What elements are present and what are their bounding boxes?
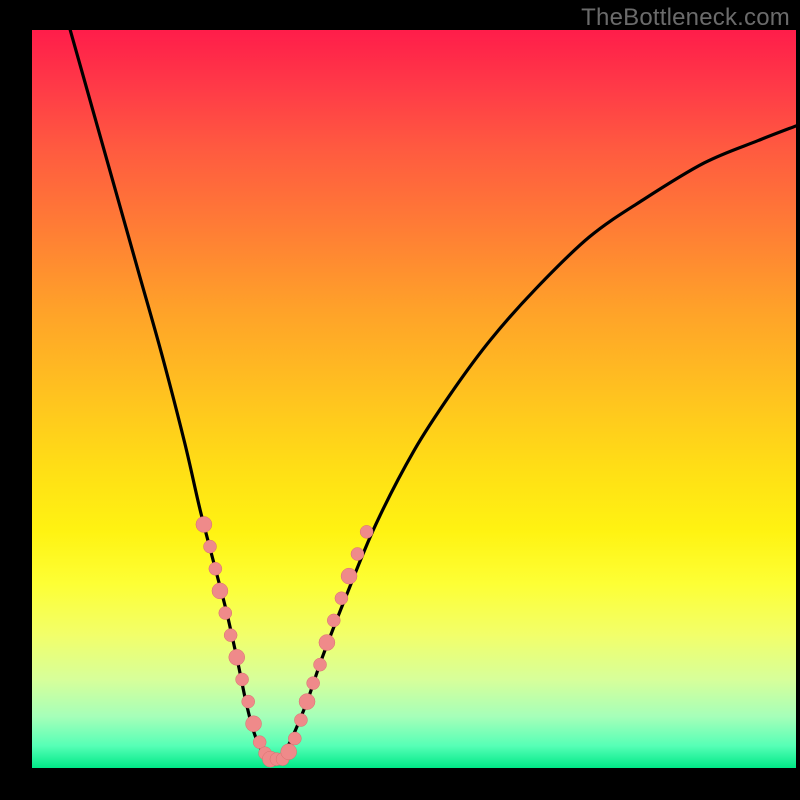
marker-point (224, 629, 237, 642)
plot-area (32, 30, 796, 768)
marker-point (196, 516, 212, 532)
marker-point (242, 695, 255, 708)
marker-point (314, 658, 327, 671)
curve-layer (32, 30, 796, 768)
marker-point (212, 583, 228, 599)
bottleneck-curve (70, 30, 796, 760)
marker-point (246, 716, 262, 732)
marker-point (299, 694, 315, 710)
marker-point (335, 592, 348, 605)
watermark-text: TheBottleneck.com (581, 4, 790, 32)
chart-frame: TheBottleneck.com (0, 0, 800, 800)
marker-point (360, 525, 373, 538)
marker-point (288, 732, 301, 745)
marker-point (219, 607, 232, 620)
marker-point (327, 614, 340, 627)
marker-group (196, 516, 373, 767)
marker-point (204, 540, 217, 553)
marker-point (281, 744, 297, 760)
marker-point (351, 547, 364, 560)
marker-point (341, 568, 357, 584)
marker-point (209, 562, 222, 575)
marker-point (236, 673, 249, 686)
marker-point (229, 649, 245, 665)
marker-point (294, 714, 307, 727)
marker-point (307, 677, 320, 690)
marker-point (319, 635, 335, 651)
